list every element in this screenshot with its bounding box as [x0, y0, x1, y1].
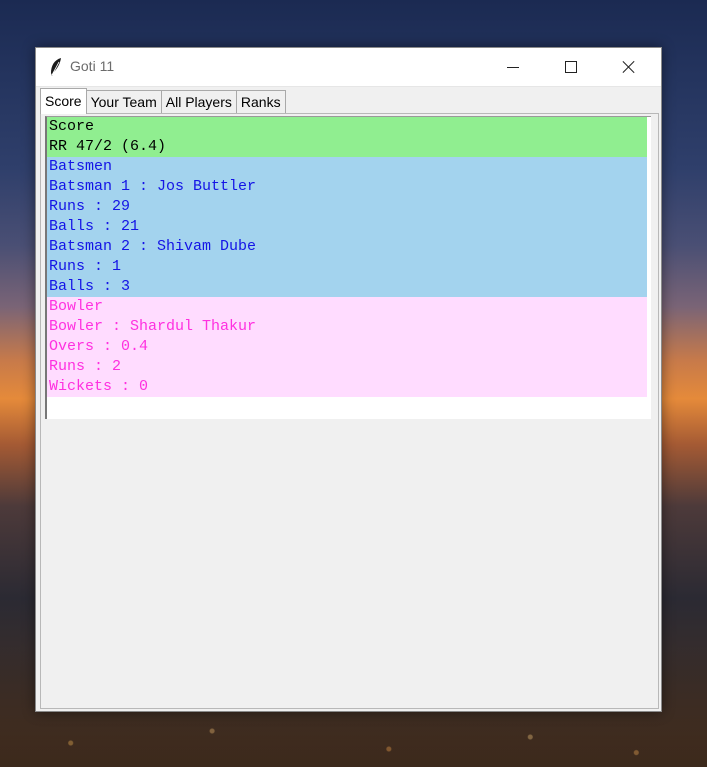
window-title: Goti 11 [70, 58, 115, 74]
minimize-icon [507, 66, 519, 68]
batsmen-block: Batsmen Batsman 1 : Jos Buttler Runs : 2… [47, 157, 647, 297]
minimize-button[interactable] [490, 48, 536, 86]
maximize-icon [565, 61, 577, 73]
batsman-2-name: Batsman 2 : Shivam Dube [47, 237, 647, 257]
run-rate-line: RR 47/2 (6.4) [47, 137, 647, 157]
batsman-1-runs: Runs : 29 [47, 197, 647, 217]
score-block: Score RR 47/2 (6.4) [47, 117, 647, 157]
app-window: Goti 11 Score Your Team All Players Rank… [35, 47, 662, 712]
tab-bar: Score Your Team All Players Ranks [40, 88, 286, 114]
batsman-1-balls: Balls : 21 [47, 217, 647, 237]
bowler-header: Bowler [47, 297, 647, 317]
bowler-runs: Runs : 2 [47, 357, 647, 377]
close-icon [622, 60, 636, 74]
batsman-1-name: Batsman 1 : Jos Buttler [47, 177, 647, 197]
feather-icon [51, 58, 61, 76]
score-text-area[interactable]: Score RR 47/2 (6.4) Batsmen Batsman 1 : … [45, 116, 651, 419]
bowler-overs: Overs : 0.4 [47, 337, 647, 357]
bowler-wickets: Wickets : 0 [47, 377, 647, 397]
tab-your-team[interactable]: Your Team [85, 90, 162, 114]
maximize-button[interactable] [548, 48, 594, 86]
close-button[interactable] [606, 48, 652, 86]
batsman-2-balls: Balls : 3 [47, 277, 647, 297]
batsman-2-runs: Runs : 1 [47, 257, 647, 277]
tab-ranks[interactable]: Ranks [235, 90, 286, 114]
score-header: Score [47, 117, 647, 137]
tab-all-players[interactable]: All Players [160, 90, 237, 114]
score-tab-panel: Score RR 47/2 (6.4) Batsmen Batsman 1 : … [40, 113, 659, 709]
batsmen-header: Batsmen [47, 157, 647, 177]
tab-score[interactable]: Score [40, 88, 87, 114]
title-bar[interactable]: Goti 11 [36, 48, 661, 87]
bowler-name: Bowler : Shardul Thakur [47, 317, 647, 337]
bowler-block: Bowler Bowler : Shardul Thakur Overs : 0… [47, 297, 647, 397]
